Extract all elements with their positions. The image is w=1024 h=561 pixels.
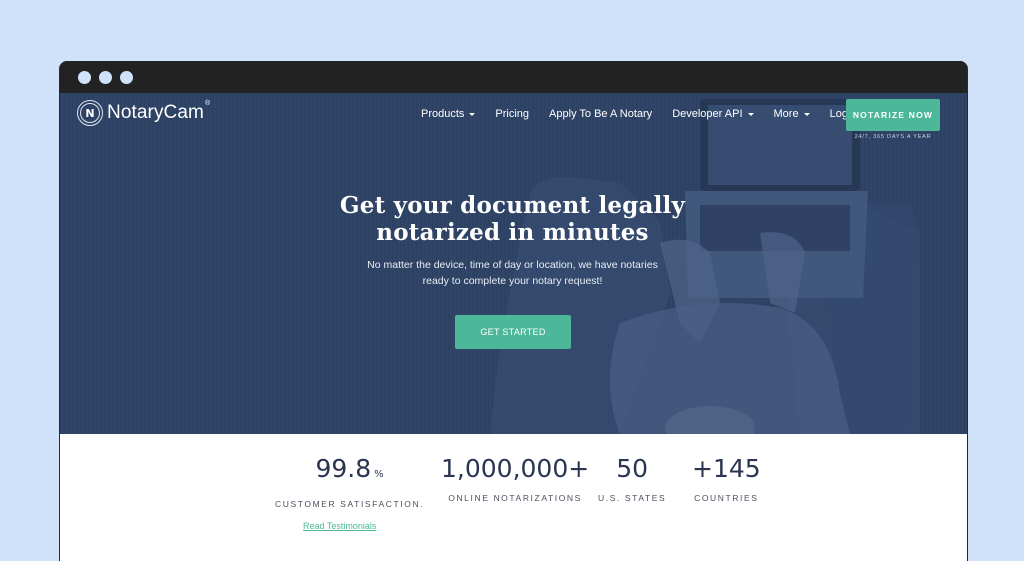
stat-label: CUSTOMER SATISFACTION. bbox=[275, 499, 425, 509]
caret-down-icon bbox=[803, 112, 810, 116]
subtext-line-2: ready to complete your notary request! bbox=[422, 275, 603, 287]
stat-value: 99.8% bbox=[275, 454, 424, 490]
stat-label: ONLINE NOTARIZATIONS bbox=[448, 493, 582, 503]
browser-window: N NotaryCam® Products Pricing Apply To B… bbox=[59, 61, 968, 561]
stat-value: +145 bbox=[692, 454, 761, 483]
hero-headline: Get your document legally notarized in m… bbox=[260, 192, 765, 246]
nav-item-label: Developer API bbox=[672, 108, 743, 120]
caret-down-icon bbox=[747, 112, 754, 116]
nav-item-pricing[interactable]: Pricing bbox=[495, 108, 529, 120]
nav-item-apply-notary[interactable]: Apply To Be A Notary bbox=[549, 108, 652, 120]
logo-mark-icon: N bbox=[77, 100, 103, 126]
read-testimonials-link[interactable]: Read Testimonials bbox=[303, 521, 376, 531]
logo-mark-letter: N bbox=[80, 103, 100, 123]
caret-down-icon bbox=[469, 112, 476, 116]
stats-section: 99.8% CUSTOMER SATISFACTION. 1,000,000+ … bbox=[60, 434, 967, 561]
nav-item-products[interactable]: Products bbox=[421, 108, 476, 120]
nav-menu: Products Pricing Apply To Be A Notary De… bbox=[421, 108, 877, 120]
get-started-button[interactable]: GET STARTED bbox=[455, 315, 571, 349]
registered-mark: ® bbox=[204, 100, 211, 107]
stat-value: 1,000,000+ bbox=[441, 454, 590, 483]
window-minimize-dot[interactable] bbox=[99, 71, 112, 84]
stat-value: 50 bbox=[616, 454, 649, 483]
headline-line-1: Get your document legally bbox=[339, 192, 686, 219]
stat-online-notarizations: 1,000,000+ ONLINE NOTARIZATIONS bbox=[441, 454, 589, 503]
stat-label: U.S. STATES bbox=[598, 493, 667, 503]
hero-subtext: No matter the device, time of day or loc… bbox=[330, 257, 695, 289]
top-navigation: N NotaryCam® Products Pricing Apply To B… bbox=[60, 93, 967, 153]
window-close-dot[interactable] bbox=[78, 71, 91, 84]
stat-customer-satisfaction: 99.8% CUSTOMER SATISFACTION. bbox=[275, 454, 424, 509]
stat-countries: +145 COUNTRIES bbox=[692, 454, 761, 503]
nav-item-developer-api[interactable]: Developer API bbox=[672, 108, 754, 120]
window-titlebar bbox=[60, 61, 967, 93]
subtext-line-1: No matter the device, time of day or loc… bbox=[367, 259, 658, 271]
notarycam-logo[interactable]: N NotaryCam® bbox=[77, 100, 210, 126]
stat-number: 99.8 bbox=[315, 454, 372, 483]
nav-item-label: Pricing bbox=[495, 108, 530, 120]
logo-text: NotaryCam® bbox=[107, 100, 211, 124]
stat-label: COUNTRIES bbox=[694, 493, 759, 503]
brand-name: NotaryCam bbox=[107, 102, 204, 123]
hero-section: N NotaryCam® Products Pricing Apply To B… bbox=[60, 93, 967, 434]
nav-item-more[interactable]: More bbox=[774, 108, 810, 120]
nav-item-label: More bbox=[773, 108, 799, 120]
window-maximize-dot[interactable] bbox=[120, 71, 133, 84]
notarize-now-button[interactable]: NOTARIZE NOW bbox=[846, 99, 940, 131]
nav-item-label: Apply To Be A Notary bbox=[549, 108, 653, 120]
stat-unit: % bbox=[374, 469, 384, 480]
headline-line-2: notarized in minutes bbox=[376, 219, 649, 246]
stat-us-states: 50 U.S. STATES bbox=[598, 454, 666, 503]
nav-item-label: Products bbox=[421, 108, 465, 120]
notarize-availability-text: 24/7, 365 DAYS A YEAR bbox=[854, 134, 932, 140]
